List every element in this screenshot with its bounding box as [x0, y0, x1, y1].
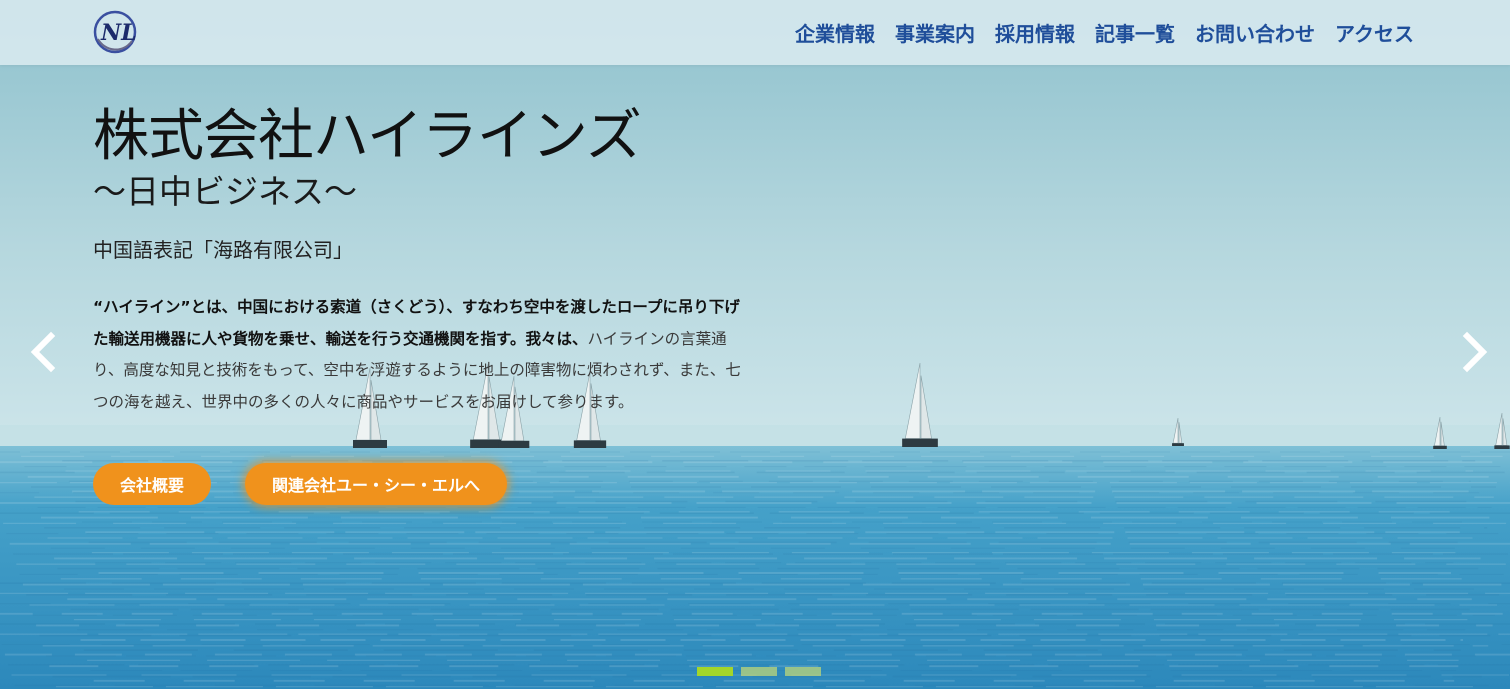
site-header: NL 企業情報 事業案内 採用情報 記事一覧 お問い合わせ アクセス [0, 0, 1510, 65]
company-logo[interactable]: NL [92, 9, 138, 55]
main-nav: 企業情報 事業案内 採用情報 記事一覧 お問い合わせ アクセス [795, 0, 1414, 65]
hero-subtitle: ～日中ビジネス～ [93, 172, 357, 211]
carousel-indicator-1[interactable] [697, 667, 733, 676]
nav-item-contact[interactable]: お問い合わせ [1195, 18, 1315, 47]
carousel-indicator-3[interactable] [785, 667, 821, 676]
chinese-name: 中国語表記「海路有限公司」 [93, 238, 353, 262]
nav-item-access[interactable]: アクセス [1335, 18, 1414, 47]
chevron-left-icon[interactable] [24, 330, 64, 374]
nav-item-articles[interactable]: 記事一覧 [1095, 18, 1175, 47]
hero-title: 株式会社ハイラインズ [93, 104, 642, 169]
nav-item-recruitment[interactable]: 採用情報 [995, 18, 1075, 47]
hero-description: “ハイライン”とは、中国における索道（さくどう）、すなわち空中を渡したロープに吊… [93, 292, 743, 418]
company-overview-button[interactable]: 会社概要 [93, 463, 212, 505]
hero-buttons: 会社概要 関連会社ユー・シー・エルへ [93, 463, 508, 505]
hero-content: 株式会社ハイラインズ ～日中ビジネス～ 中国語表記「海路有限公司」 “ハイライン… [93, 102, 753, 418]
nav-item-business[interactable]: 事業案内 [895, 18, 975, 47]
logo-text: NL [100, 20, 137, 46]
chevron-right-icon[interactable] [1454, 330, 1494, 374]
carousel-indicator-2[interactable] [741, 667, 777, 676]
horizon-haze [0, 425, 1510, 449]
nav-item-company-info[interactable]: 企業情報 [795, 18, 875, 47]
related-company-button[interactable]: 関連会社ユー・シー・エルへ [245, 463, 508, 505]
carousel-indicators [697, 667, 821, 676]
